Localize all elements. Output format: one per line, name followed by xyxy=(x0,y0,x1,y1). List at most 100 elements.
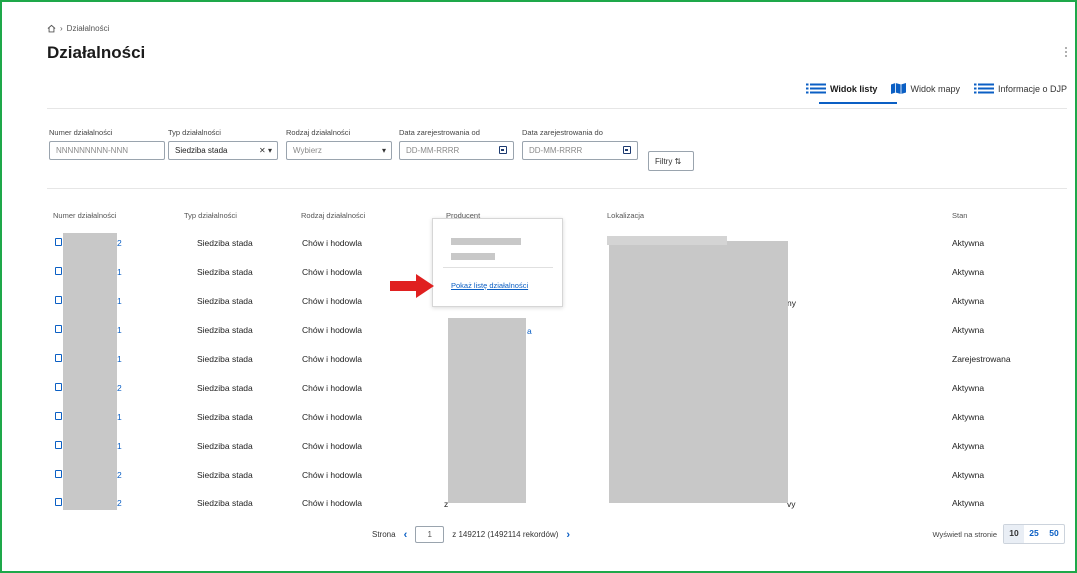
row-rodzaj: Chów i hodowla xyxy=(302,325,363,335)
page-input[interactable]: 1 xyxy=(415,526,445,543)
row-stan: Aktywna xyxy=(952,296,985,306)
row-stan: Aktywna xyxy=(952,267,985,277)
row-typ: Siedziba stada xyxy=(197,354,253,364)
popup-divider xyxy=(443,267,553,268)
row-rodzaj: Chów i hodowla xyxy=(302,238,363,248)
row-rodzaj: Chów i hodowla xyxy=(302,498,363,508)
row-stan: Aktywna xyxy=(952,441,985,451)
row-typ: Siedziba stada xyxy=(197,267,253,277)
home-icon[interactable] xyxy=(47,24,56,33)
document-icon[interactable] xyxy=(55,441,62,449)
breadcrumb-current: Działalności xyxy=(66,24,110,33)
row-typ: Siedziba stada xyxy=(197,441,253,451)
redaction-mask xyxy=(607,236,727,245)
document-icon[interactable] xyxy=(55,296,62,304)
more-filters-button[interactable]: Filtry ⇅ xyxy=(648,151,694,171)
clear-and-chevron-icon[interactable]: ✕ ▾ xyxy=(259,146,272,155)
filter-rodzaj-label: Rodzaj działalności xyxy=(286,128,351,137)
row-numer[interactable]: 1 xyxy=(117,296,122,306)
tab-map-view[interactable]: Widok mapy xyxy=(891,83,960,94)
document-icon[interactable] xyxy=(55,325,62,333)
row-rodzaj: Chów i hodowla xyxy=(302,412,363,422)
column-header-numer[interactable]: Numer działalności xyxy=(53,211,116,220)
list-icon xyxy=(806,83,827,94)
location-fragment: vy xyxy=(787,499,796,509)
producer-popup: Pokaż listę działalności xyxy=(432,218,563,307)
document-icon[interactable] xyxy=(55,498,62,506)
calendar-icon[interactable] xyxy=(623,146,631,154)
filter-rodzaj: Rodzaj działalności Wybierz ▾ xyxy=(286,128,392,160)
active-tab-indicator xyxy=(819,102,897,104)
row-typ: Siedziba stada xyxy=(197,470,253,480)
row-typ: Siedziba stada xyxy=(197,412,253,422)
row-rodzaj: Chów i hodowla xyxy=(302,296,363,306)
per-page-label: Wyświetl na stronie xyxy=(932,529,997,539)
filter-data-do: Data zarejestrowania do DD-MM-RRRR xyxy=(522,128,638,160)
calendar-icon[interactable] xyxy=(499,146,507,154)
per-page-25[interactable]: 25 xyxy=(1024,525,1044,543)
tab-djp-info-label: Informacje o DJP xyxy=(997,83,1067,94)
row-numer[interactable]: 2 xyxy=(117,498,122,508)
breadcrumb-separator: › xyxy=(60,24,63,33)
document-icon[interactable] xyxy=(55,412,62,420)
row-numer[interactable]: 1 xyxy=(117,441,122,451)
numer-input[interactable]: NNNNNNNNN-NNN xyxy=(49,141,165,160)
document-icon[interactable] xyxy=(55,238,62,246)
row-stan: Aktywna xyxy=(952,412,985,422)
filter-data-do-label: Data zarejestrowania do xyxy=(522,128,603,137)
document-icon[interactable] xyxy=(55,383,62,391)
filter-numer: Numer działalności NNNNNNNNN-NNN xyxy=(49,128,165,160)
chevron-right-icon[interactable]: › xyxy=(566,529,570,541)
per-page: Wyświetl na stronie 10 25 50 xyxy=(932,524,1065,544)
row-numer[interactable]: 2 xyxy=(117,383,122,393)
page-total: z 149212 (1492114 rekordów) xyxy=(452,530,559,539)
row-numer[interactable]: 1 xyxy=(117,267,122,277)
filter-typ-label: Typ działalności xyxy=(168,128,221,137)
per-page-options: 10 25 50 xyxy=(1003,524,1065,544)
tab-list-view-label: Widok listy xyxy=(830,83,878,94)
document-icon[interactable] xyxy=(55,470,62,478)
date-to-input[interactable]: DD-MM-RRRR xyxy=(522,141,638,160)
document-icon[interactable] xyxy=(55,267,62,275)
divider xyxy=(47,188,1067,189)
tab-list-view[interactable]: Widok listy xyxy=(806,83,877,94)
filter-data-od: Data zarejestrowania od DD-MM-RRRR xyxy=(399,128,514,160)
date-from-input[interactable]: DD-MM-RRRR xyxy=(399,141,514,160)
row-stan: Aktywna xyxy=(952,238,985,248)
kebab-menu-icon[interactable] xyxy=(1064,46,1068,58)
row-stan: Aktywna xyxy=(952,383,985,393)
row-numer[interactable]: 1 xyxy=(117,325,122,335)
column-header-lokalizacja[interactable]: Lokalizacja xyxy=(607,211,644,220)
map-icon xyxy=(891,83,907,94)
row-rodzaj: Chów i hodowla xyxy=(302,267,363,277)
chevron-down-icon: ▾ xyxy=(381,146,386,155)
row-stan: Aktywna xyxy=(952,470,985,480)
row-rodzaj: Chów i hodowla xyxy=(302,470,363,480)
rodzaj-select[interactable]: Wybierz ▾ xyxy=(286,141,392,160)
filter-numer-label: Numer działalności xyxy=(49,128,113,137)
row-typ: Siedziba stada xyxy=(197,238,253,248)
row-numer[interactable]: 2 xyxy=(117,470,122,480)
document-icon[interactable] xyxy=(55,354,62,362)
row-rodzaj: Chów i hodowla xyxy=(302,441,363,451)
row-numer[interactable]: 1 xyxy=(117,354,122,364)
chevron-left-icon[interactable]: ‹ xyxy=(404,529,408,541)
row-typ: Siedziba stada xyxy=(197,383,253,393)
typ-select[interactable]: Siedziba stada ✕ ▾ xyxy=(168,141,278,160)
producer-fragment[interactable]: a xyxy=(527,326,532,336)
red-arrow-icon xyxy=(390,274,434,298)
row-numer[interactable]: 2 xyxy=(117,238,122,248)
column-header-typ[interactable]: Typ działalności xyxy=(184,211,237,220)
per-page-50[interactable]: 50 xyxy=(1044,525,1064,543)
row-stan: Zarejestrowana xyxy=(952,354,1011,364)
per-page-10[interactable]: 10 xyxy=(1004,525,1024,543)
filter-data-od-label: Data zarejestrowania od xyxy=(399,128,480,137)
show-activities-link[interactable]: Pokaż listę działalności xyxy=(451,281,528,290)
row-rodzaj: Chów i hodowla xyxy=(302,383,363,393)
column-header-rodzaj[interactable]: Rodzaj działalności xyxy=(301,211,365,220)
tab-djp-info[interactable]: Informacje o DJP xyxy=(973,83,1067,94)
column-header-stan[interactable]: Stan xyxy=(952,211,967,220)
row-typ: Siedziba stada xyxy=(197,498,253,508)
row-numer[interactable]: 1 xyxy=(117,412,122,422)
row-typ: Siedziba stada xyxy=(197,325,253,335)
